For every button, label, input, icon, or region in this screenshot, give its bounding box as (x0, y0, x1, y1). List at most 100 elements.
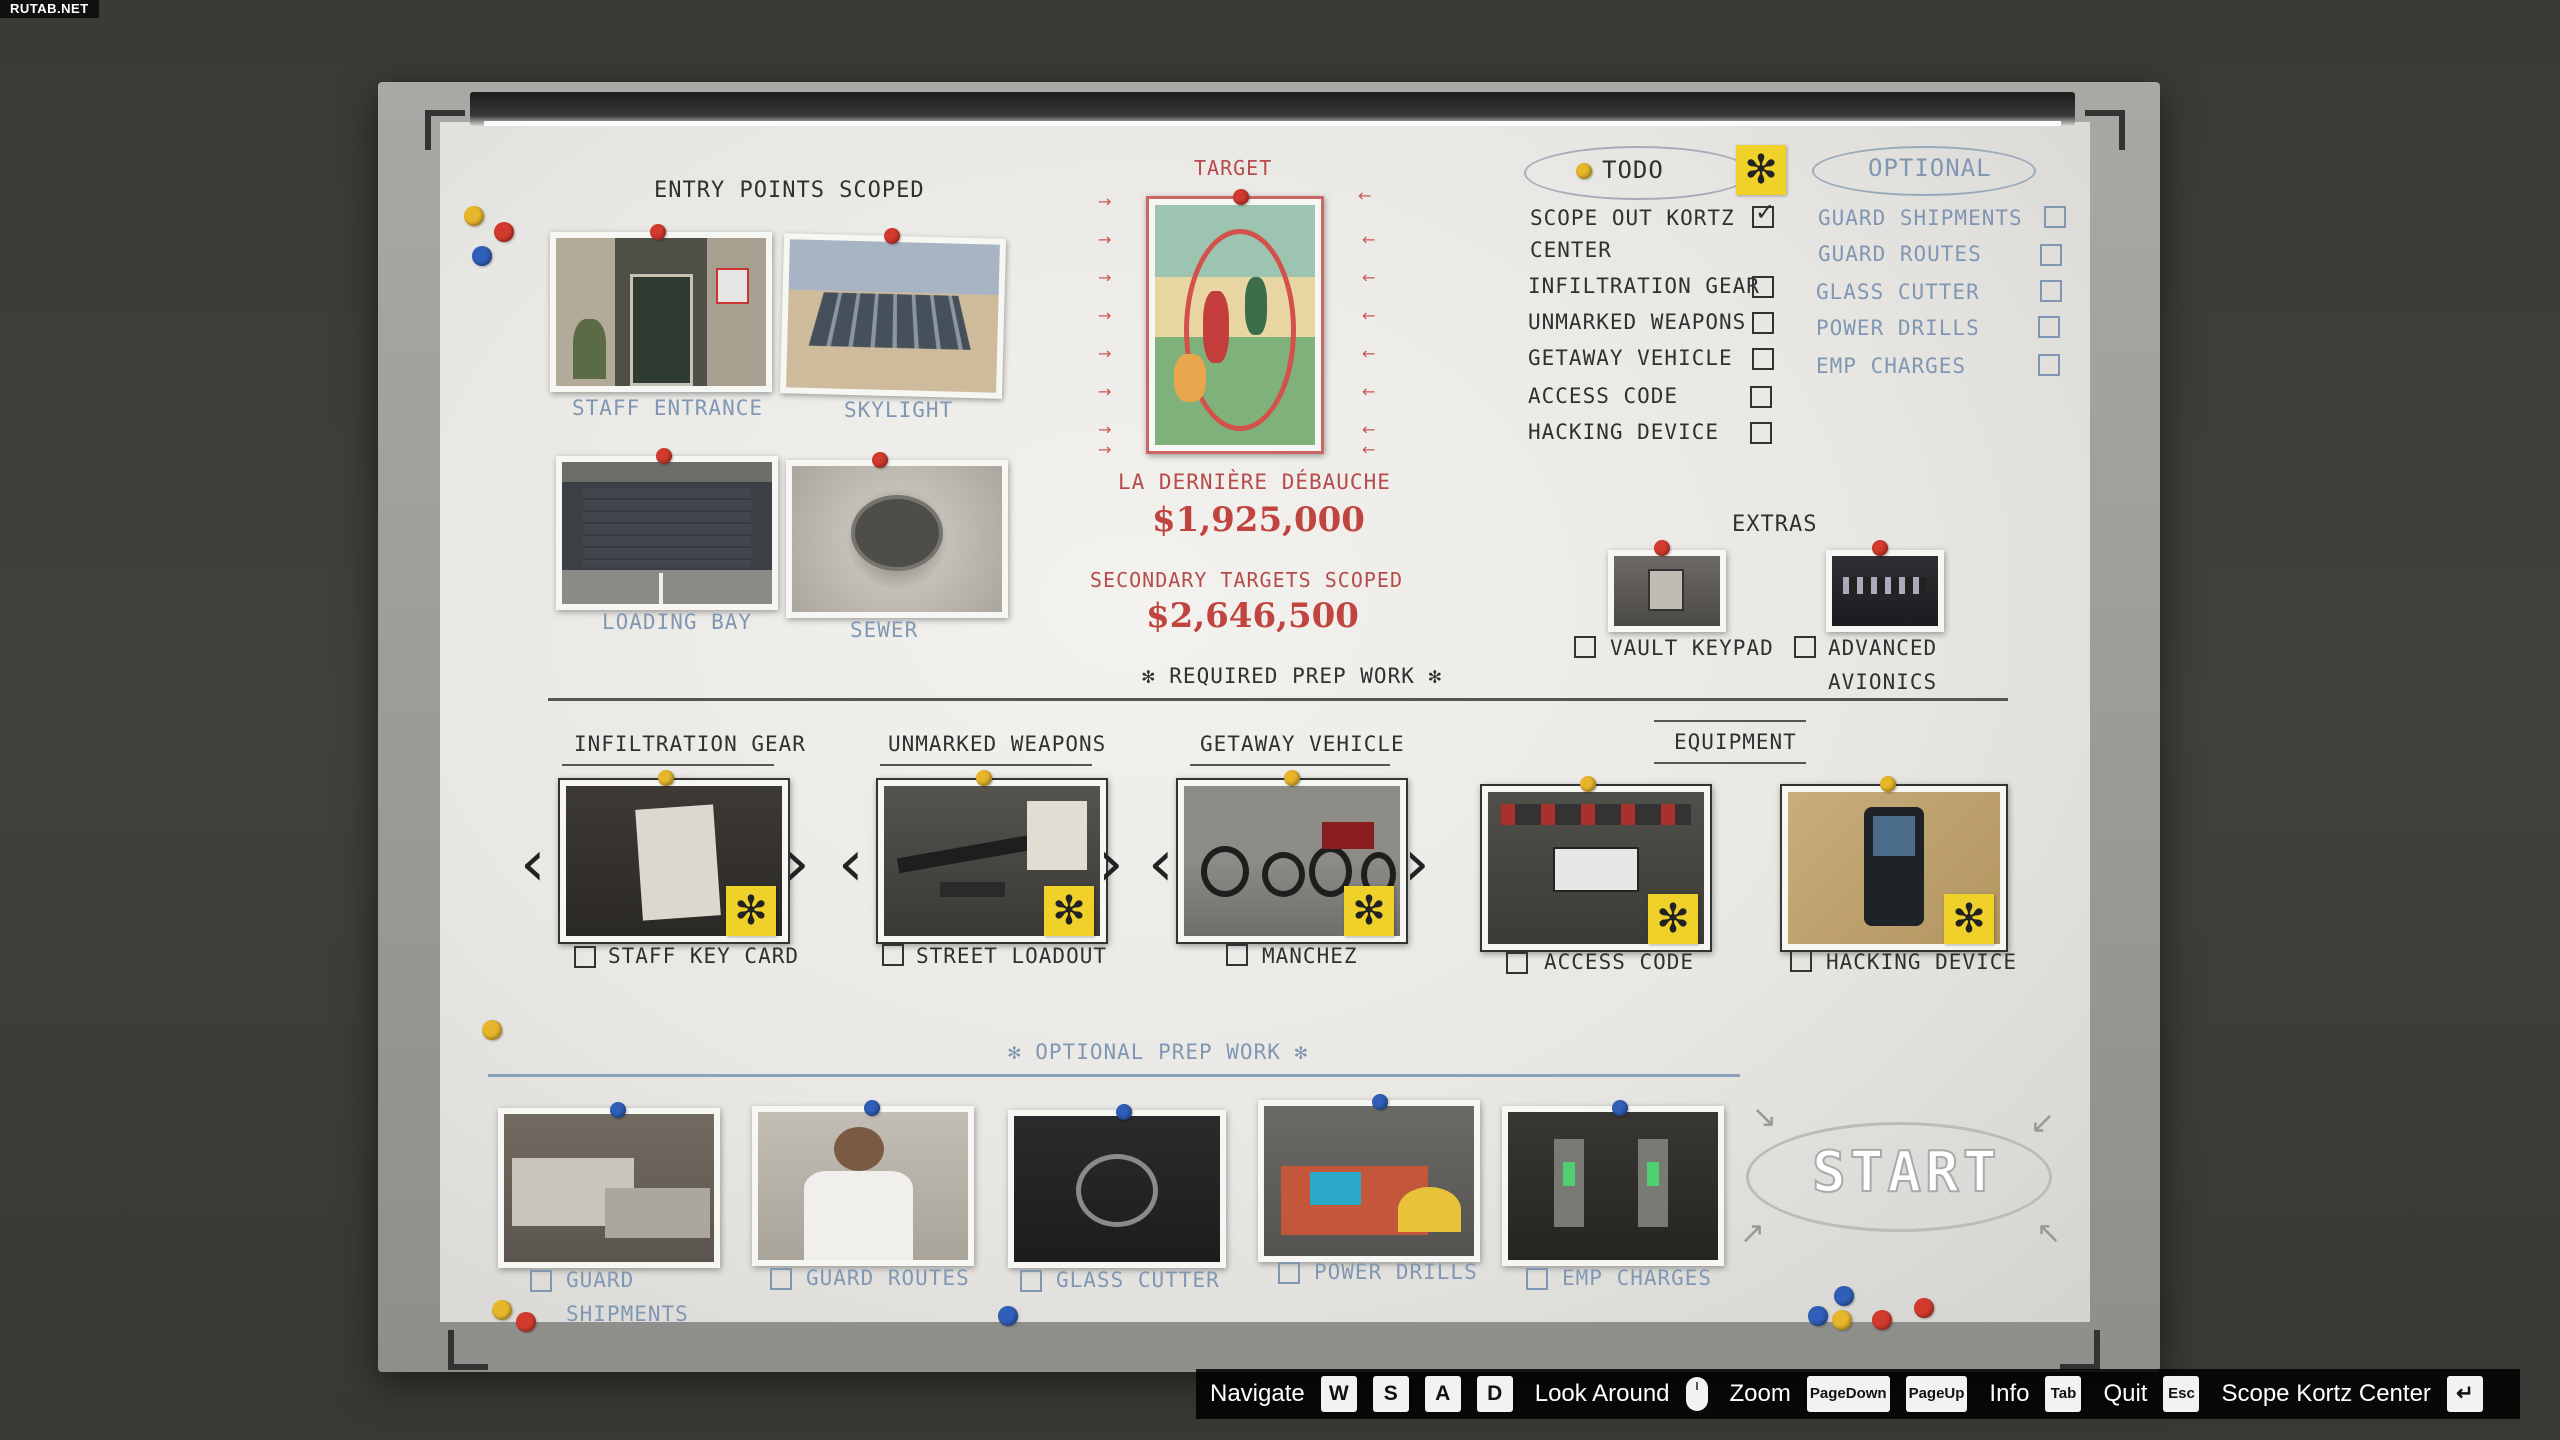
magnet (516, 1312, 536, 1332)
optional-checkbox-power-drills[interactable] (2038, 316, 2060, 338)
start-label: START (1811, 1139, 2001, 1206)
key-page-up-line1: Page (1908, 1385, 1945, 1402)
key-page-down[interactable]: Page Down (1806, 1376, 1890, 1412)
prep-checkbox-street-loadout[interactable] (882, 944, 904, 966)
optional-photo-guard-routes[interactable] (752, 1100, 974, 1266)
optional-photo-glass-cutter[interactable] (1008, 1104, 1226, 1268)
extras-title: EXTRAS (1732, 512, 1818, 537)
next-arrow-vehicle[interactable]: › (1404, 832, 1430, 896)
prep-photo-street-loadout[interactable]: ✻ (876, 770, 1108, 944)
pin (1880, 776, 1896, 792)
star-icon: ✻ (726, 886, 776, 936)
optional-checkbox-glass-cutter[interactable] (2040, 280, 2062, 302)
pin (864, 1100, 880, 1116)
prep-photo-manchez[interactable]: ✻ (1176, 770, 1408, 944)
optional-prep-checkbox-glass-cutter[interactable] (1020, 1270, 1042, 1292)
todo-checkbox-getaway-vehicle[interactable] (1752, 348, 1774, 370)
todo-checkbox-unmarked-weapons[interactable] (1752, 312, 1774, 334)
key-tab[interactable]: Tab (2045, 1376, 2082, 1412)
hud-info: Info Tab (1989, 1376, 2082, 1412)
target-painting[interactable] (1146, 189, 1324, 454)
key-page-up[interactable]: Page Up (1905, 1376, 1968, 1412)
optional-item-emp-charges: EMP CHARGES (1816, 354, 1967, 378)
corner-bracket-tl (425, 110, 465, 150)
optional-checkbox-emp-charges[interactable] (2038, 354, 2060, 376)
pin (1233, 189, 1249, 205)
optional-prep-checkbox-guard-shipments[interactable] (530, 1270, 552, 1292)
magnet (494, 222, 514, 242)
heading-underline (880, 764, 1092, 766)
todo-item-scope-line2: CENTER (1530, 238, 1612, 262)
star-icon: ✻ (1044, 886, 1094, 936)
key-enter[interactable]: ↵ (2446, 1376, 2483, 1412)
optional-checkbox-guard-routes[interactable] (2040, 244, 2062, 266)
next-arrow-infiltration[interactable]: › (784, 832, 810, 896)
todo-checkbox-hacking-device[interactable] (1750, 422, 1772, 444)
optional-prep-label-guard-routes: GUARD ROUTES (806, 1266, 970, 1290)
entry-photo-staff-entrance[interactable] (550, 224, 772, 392)
arrow-mark: ← (1362, 306, 1376, 325)
extra-checkbox-advanced-avionics[interactable] (1794, 636, 1816, 658)
optional-title: OPTIONAL (1868, 154, 1992, 182)
pin (650, 224, 666, 240)
arrow-mark: → (1098, 268, 1112, 287)
optional-photo-guard-shipments[interactable] (498, 1102, 720, 1268)
extra-photo-vault-keypad[interactable] (1608, 540, 1726, 632)
pin (1576, 163, 1592, 179)
entry-photo-skylight[interactable] (779, 227, 1007, 399)
extra-photo-advanced-avionics[interactable] (1826, 540, 1944, 632)
entry-photo-loading-bay[interactable] (556, 448, 778, 610)
prep-checkbox-manchez[interactable] (1226, 944, 1248, 966)
magnet (1872, 1310, 1892, 1330)
hud-look-around: Look Around (1535, 1377, 1708, 1411)
optional-checkbox-guard-shipments[interactable] (2044, 206, 2066, 228)
next-arrow-weapons[interactable]: › (1098, 832, 1124, 896)
prep-checkbox-access-code[interactable] (1506, 952, 1528, 974)
optional-prep-label-emp-charges: EMP CHARGES (1562, 1266, 1713, 1290)
optional-photo-emp-charges[interactable] (1502, 1100, 1724, 1266)
prep-label-staff-key-card: STAFF KEY CARD (608, 944, 800, 968)
todo-checkbox-infiltration-gear[interactable] (1752, 276, 1774, 298)
todo-checkbox-scope[interactable]: ✓ (1752, 200, 1775, 228)
arrow-mark: → (1098, 420, 1112, 439)
todo-item-unmarked-weapons: UNMARKED WEAPONS (1528, 310, 1747, 334)
todo-checkbox-access-code[interactable] (1750, 386, 1772, 408)
entry-photo-sewer[interactable] (786, 452, 1008, 618)
optional-prep-checkbox-emp-charges[interactable] (1526, 1268, 1548, 1290)
optional-item-guard-routes: GUARD ROUTES (1818, 242, 1982, 266)
todo-title: TODO (1602, 156, 1664, 184)
controls-hud: Navigate W S A D Look Around Zoom Page Do… (1196, 1369, 2520, 1419)
magnet (464, 206, 484, 226)
arrow-mark: ← (1362, 268, 1376, 287)
todo-item-hacking-device: HACKING DEVICE (1528, 420, 1720, 444)
entry-label-loading-bay: LOADING BAY (602, 610, 753, 634)
hud-quit: Quit Esc (2103, 1376, 2200, 1412)
optional-prep-checkbox-guard-routes[interactable] (770, 1268, 792, 1290)
key-s[interactable]: S (1372, 1376, 1409, 1412)
corner-bracket-bl (448, 1330, 488, 1370)
optional-photo-power-drills[interactable] (1258, 1094, 1480, 1262)
key-d[interactable]: D (1476, 1376, 1513, 1412)
magnet (1914, 1298, 1934, 1318)
prev-arrow-vehicle[interactable]: ‹ (1148, 832, 1174, 896)
todo-item-scope: SCOPE OUT KORTZ (1530, 206, 1735, 230)
extra-label-advanced-avionics-line2: AVIONICS (1828, 670, 1938, 694)
prep-photo-hacking-device[interactable]: ✻ (1780, 776, 2008, 952)
prep-photo-staff-key-card[interactable]: ✻ (558, 770, 790, 944)
key-a[interactable]: A (1424, 1376, 1461, 1412)
optional-prep-checkbox-power-drills[interactable] (1278, 1262, 1300, 1284)
prep-checkbox-staff-key-card[interactable] (574, 946, 596, 968)
prep-photo-access-code[interactable]: ✻ (1480, 776, 1712, 952)
todo-item-access-code: ACCESS CODE (1528, 384, 1679, 408)
arrow-mark: ← (1362, 382, 1376, 401)
prep-checkbox-hacking-device[interactable] (1790, 950, 1812, 972)
arrow-mark: → (1098, 192, 1112, 211)
hud-navigate-label: Navigate (1210, 1380, 1305, 1407)
key-w[interactable]: W (1320, 1376, 1357, 1412)
key-esc[interactable]: Esc (2163, 1376, 2200, 1412)
prev-arrow-infiltration[interactable]: ‹ (520, 832, 546, 896)
prev-arrow-weapons[interactable]: ‹ (838, 832, 864, 896)
extra-checkbox-vault-keypad[interactable] (1574, 636, 1596, 658)
corner-bracket-tr (2085, 110, 2125, 150)
optional-item-glass-cutter: GLASS CUTTER (1816, 280, 1980, 304)
